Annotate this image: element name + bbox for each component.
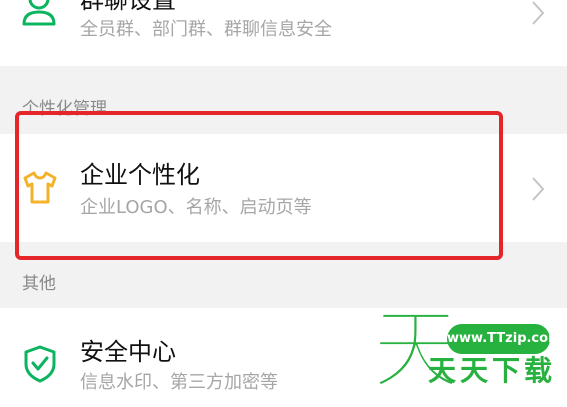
security-center-title: 安全中心 — [80, 338, 176, 366]
group-person-icon — [22, 0, 56, 26]
group-settings-subtitle: 全员群、部门群、群聊信息安全 — [80, 19, 332, 40]
security-center-subtitle: 信息水印、第三方加密等 — [80, 372, 278, 393]
chevron-right-icon — [532, 1, 545, 25]
group-settings-title: 群聊设置 — [80, 0, 176, 14]
section-label-other: 其他 — [22, 274, 56, 294]
chevron-right-icon — [532, 177, 545, 201]
group-settings-row[interactable]: 群聊设置 全员群、部门群、群聊信息安全 — [0, 0, 567, 66]
shield-check-icon — [24, 345, 56, 383]
highlight-box — [15, 111, 503, 260]
watermark-text: 天天下载 — [428, 354, 557, 387]
watermark-url: www.TTzip.com — [447, 324, 562, 354]
